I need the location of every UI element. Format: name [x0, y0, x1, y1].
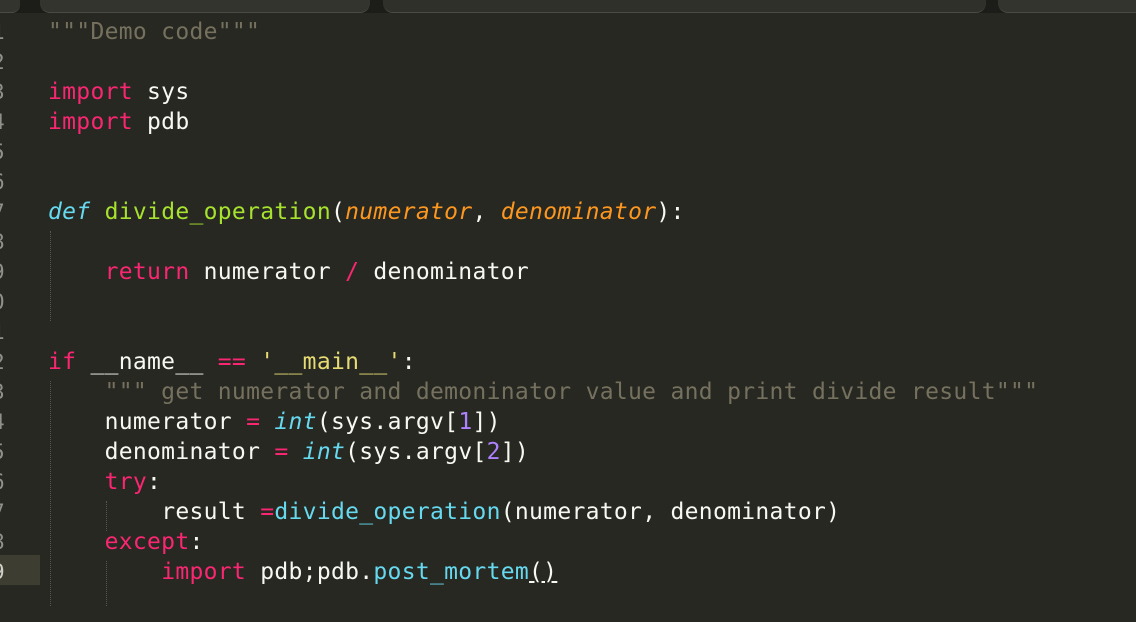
if-keyword: if: [48, 349, 77, 375]
identifier: numerator: [104, 409, 247, 435]
line-number: 8: [0, 227, 8, 257]
line-number: 5: [0, 137, 8, 167]
try-keyword: try: [104, 469, 148, 495]
colon: :: [147, 469, 162, 495]
string: '__main__': [260, 349, 402, 375]
paren-colon: ):: [656, 199, 685, 225]
code-line-15[interactable]: denominator = int(sys.argv[2]): [48, 437, 529, 467]
code-line-18[interactable]: except:: [48, 527, 204, 557]
line-number: 3: [0, 377, 8, 407]
function-call: post_mortem: [373, 559, 530, 585]
tab-file-2[interactable]: [383, 0, 986, 13]
line-number: 4: [0, 107, 8, 137]
identifier: result: [161, 499, 261, 525]
docstring: """Demo code""": [48, 19, 261, 45]
import-keyword: import: [48, 79, 133, 105]
code-line-3[interactable]: import sys: [48, 77, 189, 107]
operator: =: [274, 439, 289, 465]
code-line-17[interactable]: result =divide_operation(numerator, deno…: [48, 497, 840, 527]
tab-left-edge[interactable]: [0, 0, 20, 13]
line-number: 6: [0, 467, 8, 497]
line-number: 9: [0, 257, 8, 287]
code-line-1[interactable]: """Demo code""": [48, 17, 260, 47]
operator: ==: [217, 349, 247, 375]
function-name: divide_operation: [104, 199, 331, 225]
identifier: denominator: [104, 439, 275, 465]
parameter: numerator: [345, 199, 473, 225]
tab-right-edge[interactable]: [998, 0, 1136, 13]
number: 2: [486, 439, 501, 465]
module-name: pdb: [132, 109, 190, 135]
identifier: pdb;pdb.: [246, 559, 374, 585]
line-number: 1: [0, 17, 8, 47]
operator: =: [260, 499, 275, 525]
code-line-16[interactable]: try:: [48, 467, 161, 497]
code-line-7[interactable]: def divide_operation(numerator, denomina…: [48, 197, 685, 227]
def-keyword: def: [48, 199, 91, 225]
colon: :: [189, 529, 204, 555]
line-number: 2: [0, 47, 8, 77]
matched-parens: (): [529, 559, 558, 585]
line-number: 7: [0, 197, 8, 227]
call-args: (sys.argv[: [345, 439, 487, 465]
identifier: numerator: [189, 259, 346, 285]
call-args: ]): [500, 439, 530, 465]
line-number: 0: [0, 287, 8, 317]
identifier: __name__: [76, 349, 218, 375]
comma: ,: [472, 199, 501, 225]
paren: (: [330, 199, 346, 225]
docstring: """ get numerator and demoninator value …: [104, 379, 1039, 405]
builtin: int: [274, 409, 317, 435]
operator: /: [345, 259, 360, 285]
line-number: 4: [0, 407, 8, 437]
line-number: 6: [0, 167, 8, 197]
code-line-14[interactable]: numerator = int(sys.argv[1]): [48, 407, 501, 437]
line-number: 8: [0, 527, 8, 557]
call-args: ]): [472, 409, 501, 435]
code-line-4[interactable]: import pdb: [48, 107, 189, 137]
code-line-9[interactable]: return numerator / denominator: [48, 257, 529, 287]
tab-bar: [0, 0, 1136, 13]
line-number: 2: [0, 347, 8, 377]
code-line-12[interactable]: if __name__ == '__main__':: [48, 347, 416, 377]
import-keyword: import: [48, 109, 133, 135]
parameter: denominator: [500, 199, 657, 225]
function-call: divide_operation: [274, 499, 501, 525]
builtin: int: [302, 439, 346, 465]
colon: :: [401, 349, 416, 375]
number: 1: [458, 409, 473, 435]
code-line-19[interactable]: import pdb;pdb.post_mortem(): [48, 557, 557, 587]
line-number: 1: [0, 317, 8, 347]
line-number-current: 9: [0, 557, 8, 587]
import-keyword: import: [161, 559, 247, 585]
line-number: 3: [0, 77, 8, 107]
tab-file-1[interactable]: [40, 0, 370, 13]
return-keyword: return: [104, 259, 190, 285]
line-number: 7: [0, 497, 8, 527]
call-args: (numerator, denominator): [500, 499, 841, 525]
call-args: (sys.argv[: [316, 409, 459, 435]
line-number: 5: [0, 437, 8, 467]
line-number-gutter: 1 2 3 4 5 6 7 8 9 0 1 2 3 4 5 6 7 8 9: [0, 17, 40, 622]
except-keyword: except: [104, 529, 190, 555]
identifier: denominator: [359, 259, 530, 285]
code-line-13[interactable]: """ get numerator and demoninator value …: [48, 377, 1038, 407]
operator: =: [246, 409, 261, 435]
module-name: sys: [132, 79, 190, 105]
